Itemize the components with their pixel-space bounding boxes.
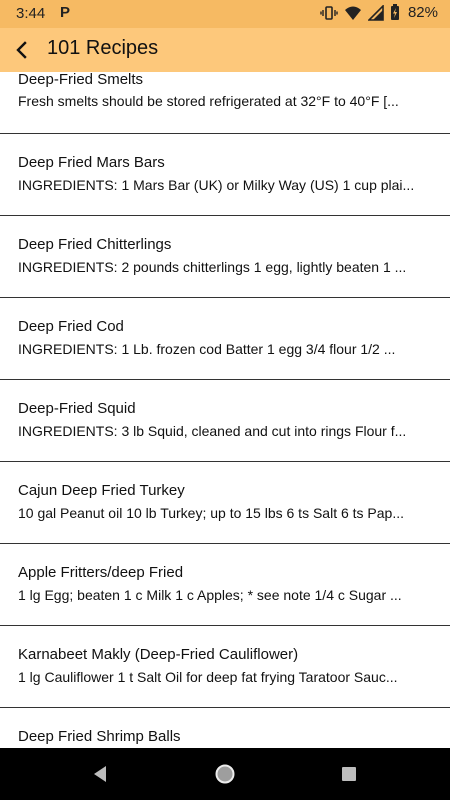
page-title: 101 Recipes: [47, 37, 159, 59]
back-arrow-icon: [16, 41, 27, 59]
status-icons: 82%: [320, 4, 438, 21]
list-item[interactable]: Deep Fried Chitterlings INGREDIENTS: 2 p…: [0, 216, 450, 298]
list-item[interactable]: Deep Fried Mars Bars INGREDIENTS: 1 Mars…: [0, 134, 450, 216]
list-item[interactable]: Deep Fried Shrimp Balls: [0, 708, 450, 748]
back-button[interactable]: [6, 34, 38, 66]
nav-recents-icon: [342, 767, 356, 781]
status-bar: 3:44 P 82%: [0, 0, 450, 28]
recipe-description: INGREDIENTS: 1 Lb. frozen cod Batter 1 e…: [18, 341, 396, 357]
list-item[interactable]: Deep Fried Cod INGREDIENTS: 1 Lb. frozen…: [0, 298, 450, 380]
list-item[interactable]: Apple Fritters/deep Fried 1 lg Egg; beat…: [0, 544, 450, 626]
recipe-title: Deep Fried Chitterlings: [18, 236, 172, 253]
cell-signal-icon: [367, 4, 384, 21]
system-nav-bar: [0, 748, 450, 800]
recipe-title: Karnabeet Makly (Deep-Fried Cauliflower): [18, 646, 299, 663]
list-item[interactable]: Deep-Fried Squid INGREDIENTS: 3 lb Squid…: [0, 380, 450, 462]
recipe-title: Apple Fritters/deep Fried: [18, 564, 184, 581]
vibrate-icon: [320, 5, 338, 20]
app-bar: 101 Recipes: [0, 28, 450, 72]
recipe-title: Deep-Fried Smelts: [18, 72, 144, 88]
list-item[interactable]: Cajun Deep Fried Turkey 10 gal Peanut oi…: [0, 462, 450, 544]
recipe-title: Deep Fried Mars Bars: [18, 154, 165, 171]
list-item[interactable]: Karnabeet Makly (Deep-Fried Cauliflower)…: [0, 626, 450, 708]
list-item[interactable]: Deep-Fried Smelts Fresh smelts should be…: [0, 72, 450, 134]
wifi-icon: [344, 6, 361, 20]
nav-back-icon: [94, 766, 106, 782]
recipe-description: INGREDIENTS: 3 lb Squid, cleaned and cut…: [18, 423, 407, 439]
recipe-description: 10 gal Peanut oil 10 lb Turkey; up to 15…: [18, 505, 405, 521]
recipe-description: 1 lg Cauliflower 1 t Salt Oil for deep f…: [18, 669, 398, 685]
recipe-title: Deep Fried Shrimp Balls: [18, 728, 181, 745]
parking-notification-icon: P: [60, 4, 71, 21]
recipe-description: INGREDIENTS: 1 Mars Bar (UK) or Milky Wa…: [18, 177, 415, 193]
nav-recents-button[interactable]: [337, 762, 361, 786]
nav-back-button[interactable]: [88, 762, 112, 786]
recipe-list[interactable]: Deep-Fried Smelts Fresh smelts should be…: [0, 72, 450, 748]
status-time: 3:44: [16, 5, 46, 22]
battery-percent: 82%: [407, 4, 438, 21]
recipe-title: Deep Fried Cod: [18, 318, 124, 335]
recipe-description: 1 lg Egg; beaten 1 c Milk 1 c Apples; * …: [18, 587, 402, 603]
nav-home-icon: [215, 764, 235, 784]
recipe-description: INGREDIENTS: 2 pounds chitterlings 1 egg…: [18, 259, 407, 275]
nav-home-button[interactable]: [213, 762, 237, 786]
recipe-title: Deep-Fried Squid: [18, 400, 136, 417]
recipe-description: Fresh smelts should be stored refrigerat…: [18, 93, 399, 109]
recipe-title: Cajun Deep Fried Turkey: [18, 482, 185, 499]
battery-charging-icon: [390, 4, 399, 20]
